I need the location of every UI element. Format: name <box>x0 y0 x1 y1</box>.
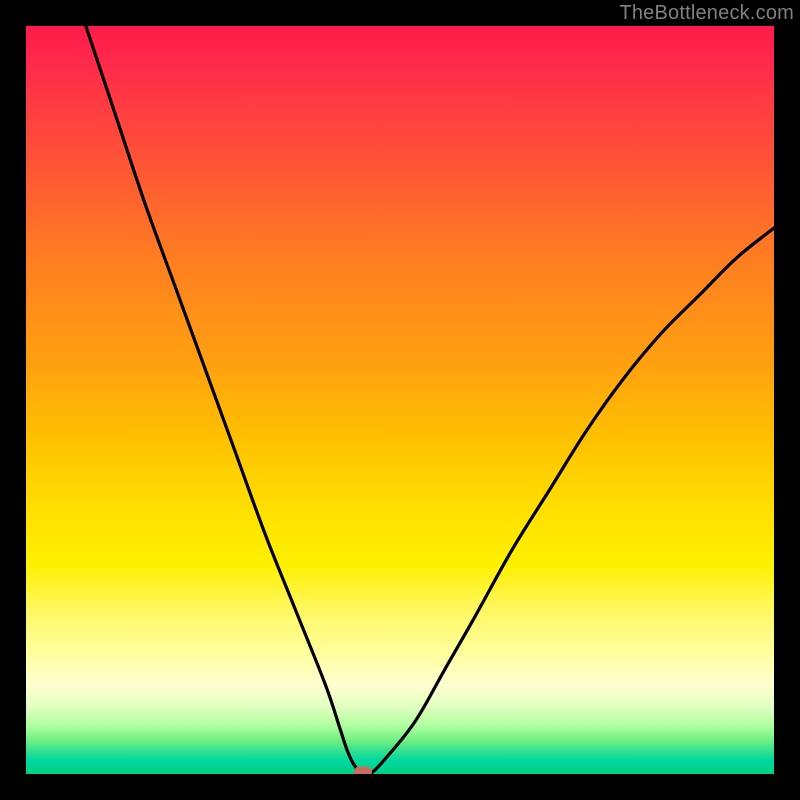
chart-container: TheBottleneck.com <box>0 0 800 800</box>
plot-area <box>26 26 774 774</box>
watermark-text: TheBottleneck.com <box>619 2 794 25</box>
curve-layer <box>26 26 774 774</box>
bottleneck-curve <box>86 26 774 774</box>
optimal-point-marker <box>354 766 372 774</box>
